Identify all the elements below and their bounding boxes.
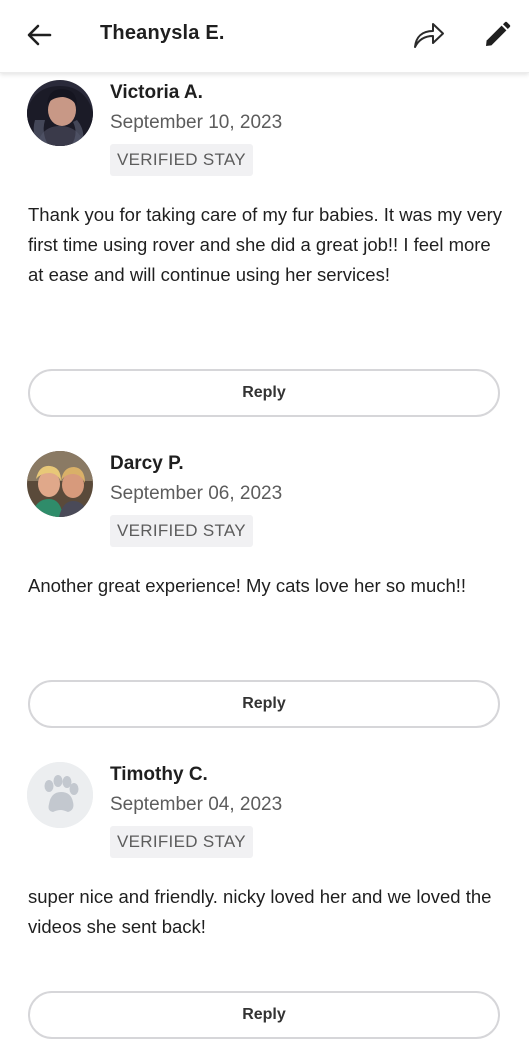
review-date: September 10, 2023 [110,112,283,133]
back-button[interactable] [22,18,56,52]
review-text: super nice and friendly. nicky loved her… [28,886,492,937]
arrow-left-icon [27,24,52,46]
paw-placeholder-icon [27,762,93,828]
reply-button[interactable]: Reply [28,680,500,728]
review-text: Thank you for taking care of my fur babi… [28,204,502,285]
share-icon [414,23,444,48]
reviewer-name: Victoria A. [110,82,203,103]
verified-stay-badge: VERIFIED STAY [110,515,253,547]
reviewer-name: Timothy C. [110,764,208,785]
review-text: Another great experience! My cats love h… [28,575,467,596]
avatar [27,762,93,828]
pencil-icon [486,21,511,46]
reviewer-name: Darcy P. [110,453,184,474]
top-app-bar: Theanysla E. [0,0,529,73]
share-button[interactable] [410,16,448,54]
avatar [27,451,93,517]
avatar [27,80,93,146]
reply-button[interactable]: Reply [28,991,500,1039]
reply-button[interactable]: Reply [28,369,500,417]
verified-stay-badge: VERIFIED STAY [110,144,253,176]
edit-button[interactable] [478,16,516,54]
verified-stay-badge: VERIFIED STAY [110,826,253,858]
review-date: September 04, 2023 [110,794,283,815]
review-date: September 06, 2023 [110,483,283,504]
page-title: Theanysla E. [100,22,225,44]
